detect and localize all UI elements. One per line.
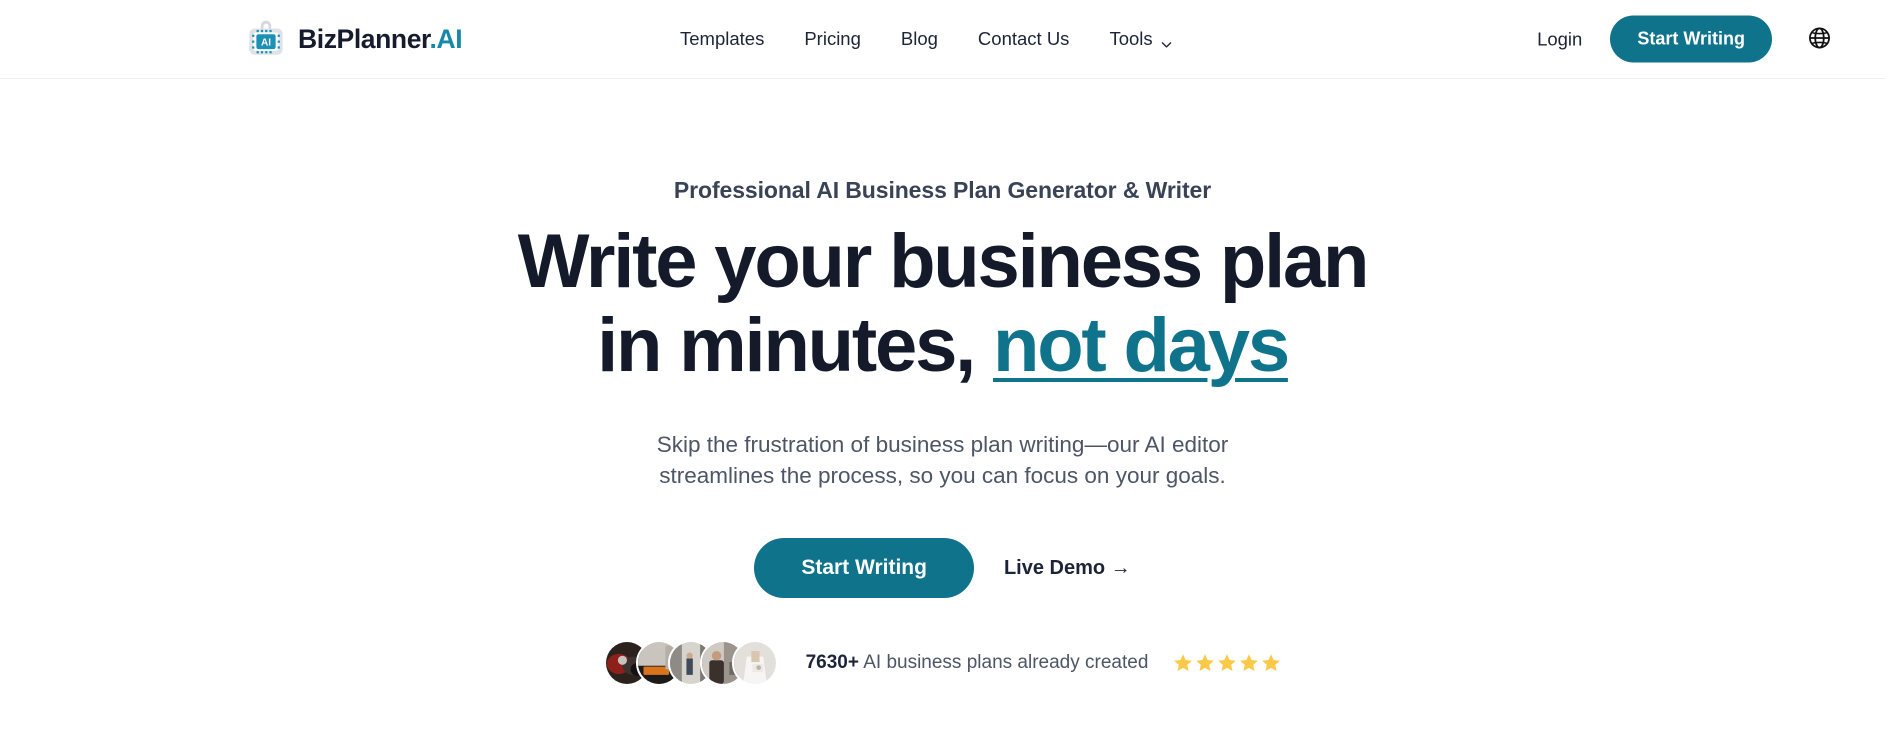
star-icon — [1174, 654, 1193, 672]
nav-item-tools[interactable]: Tools — [1089, 22, 1192, 56]
nav-item-templates-label: Templates — [680, 28, 765, 49]
nav-item-pricing[interactable]: Pricing — [784, 22, 881, 56]
ai-briefcase-logo-icon: AI — [245, 18, 287, 60]
proof-text: 7630+ AI business plans already created — [806, 652, 1149, 674]
proof-count: 7630+ — [805, 652, 859, 674]
login-link[interactable]: Login — [1523, 22, 1596, 56]
hero-subtitle: Skip the frustration of business plan wr… — [656, 432, 1229, 489]
nav-item-tools-label: Tools — [1109, 28, 1153, 49]
hero-section: Professional AI Business Plan Generator … — [0, 79, 1885, 687]
hero-title: Write your business plan in minutes, not… — [518, 224, 1370, 384]
star-icon — [1218, 654, 1237, 672]
chevron-down-icon — [1160, 34, 1173, 48]
hero-title-line2: in minutes, not days — [518, 308, 1368, 384]
svg-text:AI: AI — [261, 37, 271, 48]
avatar — [731, 640, 778, 687]
language-switcher-button[interactable] — [1806, 26, 1832, 52]
live-demo-link[interactable]: Live Demo → — [1004, 557, 1131, 580]
nav-item-contact-us[interactable]: Contact Us — [958, 22, 1090, 56]
proof-label: AI business plans already created — [858, 652, 1149, 674]
hero-title-highlight: not days — [992, 303, 1290, 388]
star-icon — [1240, 654, 1259, 672]
site-header: AI BizPlanner.AI Templates Pricing Blog … — [0, 0, 1885, 79]
nav-item-pricing-label: Pricing — [804, 28, 861, 49]
hero-title-line2-plain: in minutes, — [597, 303, 993, 388]
star-icon — [1196, 654, 1215, 672]
social-proof: 7630+ AI business plans already created — [603, 640, 1282, 687]
header-start-writing-button[interactable]: Start Writing — [1610, 15, 1772, 63]
brand-name-accent: .AI — [429, 23, 463, 54]
main-navigation: Templates Pricing Blog Contact Us Tools — [660, 22, 1193, 56]
nav-item-templates[interactable]: Templates — [660, 22, 784, 56]
nav-item-blog[interactable]: Blog — [881, 22, 958, 56]
brand-name-main: BizPlanner — [298, 23, 430, 54]
brand-logo-link[interactable]: AI BizPlanner.AI — [245, 18, 463, 60]
hero-start-writing-button[interactable]: Start Writing — [754, 538, 974, 599]
header-actions: Login Start Writing — [1523, 15, 1885, 63]
hero-eyebrow: Professional AI Business Plan Generator … — [673, 177, 1212, 203]
rating-stars — [1173, 653, 1281, 673]
nav-item-blog-label: Blog — [900, 28, 938, 49]
hero-title-line1: Write your business plan — [517, 219, 1370, 304]
brand-wordmark: BizPlanner.AI — [298, 23, 463, 55]
globe-icon — [1807, 25, 1832, 53]
avatar-group — [603, 640, 778, 687]
nav-item-contact-us-label: Contact Us — [977, 28, 1070, 49]
star-icon — [1262, 654, 1281, 672]
hero-cta-row: Start Writing Live Demo → — [754, 538, 1131, 599]
